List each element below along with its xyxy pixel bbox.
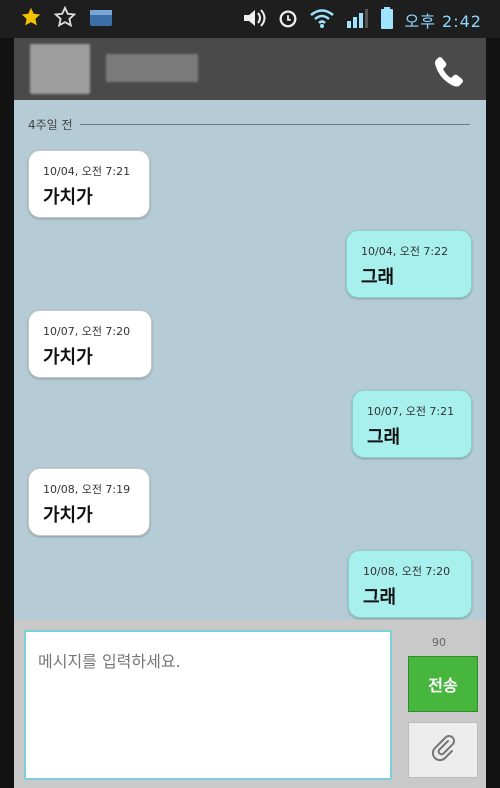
message-bubble[interactable]: 10/08, 오전 7:19 가치가 xyxy=(28,468,150,536)
composer-bar: 메시지를 입력하세요. 90 전송 xyxy=(14,620,486,788)
device-frame-right xyxy=(486,0,500,788)
message-timestamp: 10/08, 오전 7:20 xyxy=(363,565,451,578)
status-bar: 오후 2:42 xyxy=(0,0,500,38)
message-bubble[interactable]: 10/04, 오전 7:22 그래 xyxy=(346,230,472,298)
message-text: 가치가 xyxy=(43,347,93,368)
message-text: 그래 xyxy=(363,587,397,608)
message-text: 그래 xyxy=(361,267,395,288)
message-bubble[interactable]: 10/04, 오전 7:21 가치가 xyxy=(28,150,150,218)
avatar[interactable] xyxy=(30,44,90,94)
char-counter: 90 xyxy=(432,636,446,649)
date-divider: 4주일 전 xyxy=(28,116,470,132)
paperclip-icon xyxy=(428,733,458,767)
signal-icon xyxy=(345,7,369,33)
message-text: 가치가 xyxy=(43,505,93,526)
divider-label: 4주일 전 xyxy=(28,118,73,132)
contact-name-blurred xyxy=(106,54,198,82)
phone-icon[interactable] xyxy=(430,52,466,88)
notification-icons xyxy=(20,5,114,32)
message-bubble[interactable]: 10/07, 오전 7:20 가치가 xyxy=(28,310,152,378)
message-input[interactable]: 메시지를 입력하세요. xyxy=(24,630,392,780)
send-button-label: 전송 xyxy=(428,676,458,695)
star-outline-icon xyxy=(53,5,77,32)
message-timestamp: 10/07, 오전 7:20 xyxy=(43,325,131,338)
message-timestamp: 10/08, 오전 7:19 xyxy=(43,483,131,496)
message-input-placeholder: 메시지를 입력하세요. xyxy=(38,652,181,671)
star-icon xyxy=(20,6,42,32)
status-time: 오후 2:42 xyxy=(404,12,482,31)
attach-button[interactable] xyxy=(408,722,478,778)
alarm-icon xyxy=(277,7,299,33)
message-text: 그래 xyxy=(367,427,401,448)
message-timestamp: 10/04, 오전 7:22 xyxy=(361,245,449,258)
message-bubble[interactable]: 10/08, 오전 7:20 그래 xyxy=(348,550,472,618)
calendar-badge-icon xyxy=(88,6,114,32)
send-button[interactable]: 전송 xyxy=(408,656,478,712)
device-frame-left xyxy=(0,0,14,788)
battery-icon xyxy=(379,6,395,34)
wifi-icon xyxy=(309,7,335,33)
chat-header xyxy=(14,38,486,100)
message-timestamp: 10/04, 오전 7:21 xyxy=(43,165,131,178)
divider-line xyxy=(80,124,470,125)
volume-icon xyxy=(241,7,267,33)
message-text: 가치가 xyxy=(43,187,93,208)
chat-area[interactable]: 4주일 전 10/04, 오전 7:21 가치가 10/04, 오전 7:22 … xyxy=(14,100,486,620)
system-icons: 오후 2:42 xyxy=(241,6,482,34)
message-bubble[interactable]: 10/07, 오전 7:21 그래 xyxy=(352,390,472,458)
message-timestamp: 10/07, 오전 7:21 xyxy=(367,405,455,418)
